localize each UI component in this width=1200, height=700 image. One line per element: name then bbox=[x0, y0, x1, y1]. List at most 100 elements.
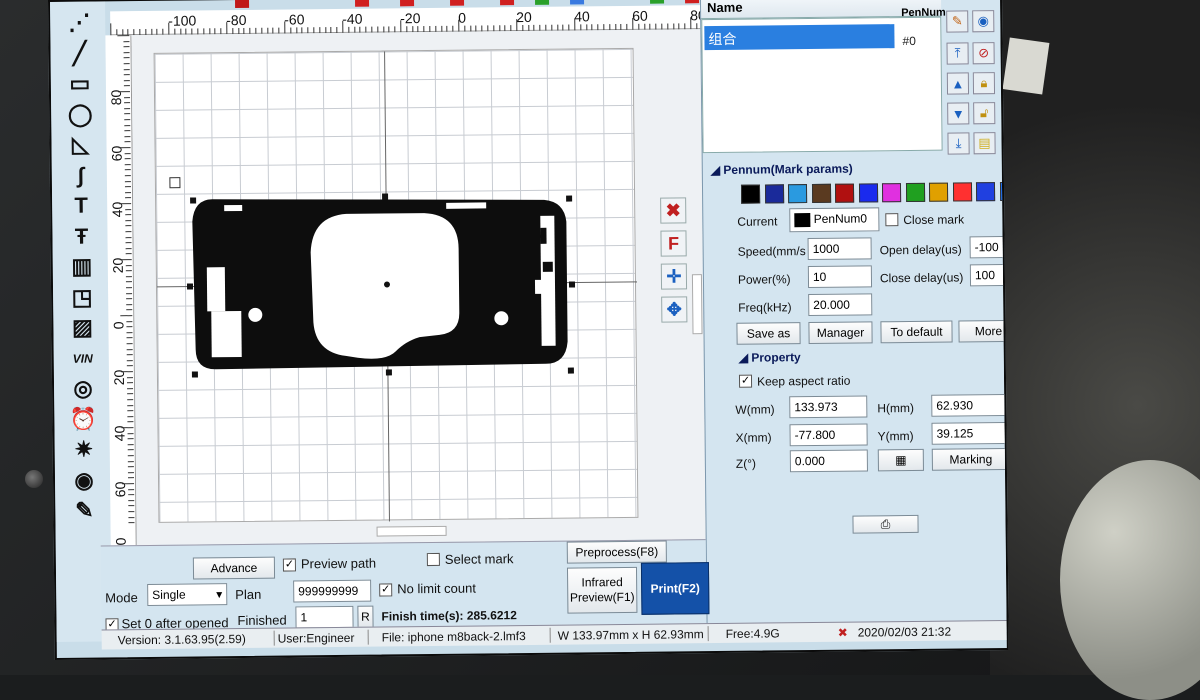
height-input[interactable] bbox=[931, 393, 1009, 417]
z-input[interactable] bbox=[789, 449, 868, 473]
move-top-icon[interactable]: ⤒ bbox=[946, 42, 969, 65]
lock-icon[interactable]: 🔒︎ bbox=[972, 72, 996, 95]
dot-tool-icon[interactable]: ⋰ bbox=[64, 10, 94, 36]
move-up-icon[interactable]: ▲ bbox=[946, 72, 970, 95]
x-input[interactable] bbox=[789, 423, 868, 447]
more-button[interactable]: More bbox=[958, 319, 1009, 343]
open-delay-input[interactable] bbox=[969, 235, 1009, 259]
plan-input[interactable] bbox=[293, 579, 372, 603]
target-tool-icon[interactable]: ◉ bbox=[69, 467, 99, 493]
pen-color-swatch[interactable] bbox=[905, 182, 925, 203]
printer-icon[interactable]: ⎙ bbox=[852, 514, 919, 534]
to-default-button[interactable]: To default bbox=[880, 320, 953, 344]
marking-button[interactable]: Marking bbox=[931, 447, 1009, 471]
circle-tool-icon[interactable]: ◯ bbox=[65, 101, 95, 127]
pen-color-swatch[interactable] bbox=[952, 182, 972, 202]
ruler-tick bbox=[128, 522, 135, 524]
drawing-canvas[interactable]: ✖ F ✛ ✥ bbox=[131, 29, 706, 546]
polygon-tool-icon[interactable]: ◺ bbox=[65, 132, 95, 158]
save-as-button[interactable]: Save as bbox=[736, 322, 801, 345]
close-delay-input[interactable] bbox=[969, 263, 1009, 287]
freq-input[interactable] bbox=[808, 293, 873, 317]
text-tool-icon[interactable]: T bbox=[66, 193, 96, 219]
toolbar-icon[interactable] bbox=[534, 0, 550, 5]
curve-tool-icon[interactable]: ∫ bbox=[66, 162, 96, 188]
spiral-tool-icon[interactable]: ◎ bbox=[68, 375, 98, 401]
arc-text-tool-icon[interactable]: Ŧ bbox=[66, 223, 96, 249]
ruler-tick bbox=[123, 40, 130, 42]
pen-color-swatch[interactable] bbox=[858, 183, 878, 203]
keep-aspect-checkbox[interactable]: ✓ bbox=[738, 374, 753, 388]
horizontal-scrollbar[interactable] bbox=[376, 525, 447, 537]
ruler-tick bbox=[125, 231, 132, 233]
toolbar-icon[interactable] bbox=[235, 0, 250, 9]
finished-input[interactable] bbox=[295, 605, 354, 629]
center-object-icon[interactable]: ✛ bbox=[660, 263, 688, 290]
select-mark-checkbox[interactable] bbox=[426, 552, 440, 567]
status-size: W 133.97mm x H 62.93mm bbox=[557, 627, 704, 643]
ruler-tick bbox=[458, 19, 460, 32]
toolbar-icon[interactable] bbox=[569, 0, 585, 5]
vin-tool-icon[interactable]: VIN bbox=[68, 345, 98, 371]
bitmap-tool-icon[interactable]: ▨ bbox=[67, 315, 97, 341]
vertical-scrollbar[interactable] bbox=[691, 274, 703, 335]
preview-path-checkbox[interactable]: ✓ bbox=[282, 558, 296, 572]
toolbar-icon[interactable] bbox=[684, 0, 700, 4]
eye-icon[interactable]: ◉ bbox=[972, 10, 995, 33]
work-area[interactable] bbox=[153, 47, 640, 524]
infrared-preview-button[interactable]: Infrared Preview(F1) bbox=[566, 566, 638, 614]
speed-input[interactable] bbox=[807, 237, 872, 261]
pen-color-swatch[interactable] bbox=[787, 184, 808, 204]
current-pen-select[interactable]: PenNum0 bbox=[789, 207, 880, 233]
move-bottom-icon[interactable]: ⤓ bbox=[947, 132, 970, 155]
print-button[interactable]: Print(F2) bbox=[640, 562, 710, 615]
preprocess-button[interactable]: Preprocess(F8) bbox=[566, 540, 667, 564]
font-object-icon[interactable]: F bbox=[660, 230, 687, 257]
pen-color-swatch[interactable] bbox=[881, 183, 902, 203]
y-input[interactable] bbox=[931, 421, 1009, 445]
manager-button[interactable]: Manager bbox=[808, 321, 873, 345]
toolbar-icon[interactable] bbox=[400, 0, 415, 7]
x-label: X(mm) bbox=[735, 430, 772, 445]
toolbar-icon[interactable] bbox=[449, 0, 465, 6]
phone-back-drawing[interactable] bbox=[155, 49, 640, 524]
finished-label: Finished bbox=[237, 612, 287, 629]
move-object-icon[interactable]: ✥ bbox=[661, 296, 688, 323]
rectangle-tool-icon[interactable]: ▭ bbox=[65, 71, 95, 97]
pen-color-swatch[interactable] bbox=[764, 184, 784, 204]
ruler-tick bbox=[126, 343, 133, 345]
vector-file-tool-icon[interactable]: ◳ bbox=[67, 284, 97, 310]
pen-color-swatch[interactable] bbox=[740, 184, 761, 204]
pen-tool-icon[interactable]: ✎ bbox=[69, 497, 99, 523]
unlock-icon[interactable]: 🔓︎ bbox=[973, 102, 996, 125]
barcode-tool-icon[interactable]: ▥ bbox=[67, 254, 97, 280]
note-icon[interactable]: ▤ bbox=[973, 132, 996, 155]
delete-object-icon[interactable]: ✖ bbox=[660, 197, 687, 224]
move-down-icon[interactable]: ▼ bbox=[947, 102, 970, 125]
edit-pencil-icon[interactable]: ✎ bbox=[946, 10, 969, 33]
ruler-tick bbox=[123, 79, 130, 82]
mode-select[interactable]: Single ▾ bbox=[147, 583, 228, 606]
status-separator bbox=[273, 630, 275, 646]
line-tool-icon[interactable]: ╱ bbox=[64, 40, 94, 66]
object-list[interactable]: 组合 #0 bbox=[701, 16, 943, 154]
reset-button[interactable]: R bbox=[357, 605, 374, 628]
toolbar-icon[interactable] bbox=[355, 0, 370, 7]
object-list-item[interactable]: 组合 bbox=[704, 24, 895, 51]
width-input[interactable] bbox=[789, 395, 868, 419]
hide-icon[interactable]: ⊘ bbox=[972, 42, 995, 65]
pen-color-swatch[interactable] bbox=[928, 182, 949, 202]
power-input[interactable] bbox=[807, 265, 873, 289]
advance-button[interactable]: Advance bbox=[192, 556, 276, 580]
toolbar-icon[interactable] bbox=[499, 0, 515, 6]
pen-color-swatch[interactable] bbox=[811, 183, 831, 204]
grid-icon[interactable]: ▦ bbox=[877, 448, 924, 472]
no-limit-count-checkbox[interactable]: ✓ bbox=[379, 583, 393, 597]
pen-color-swatch[interactable] bbox=[975, 182, 996, 202]
pen-color-swatch[interactable] bbox=[834, 183, 855, 203]
ext-axis-tool-icon[interactable]: ✷ bbox=[69, 436, 99, 462]
clock-tool-icon[interactable]: ⏰ bbox=[68, 406, 98, 432]
ruler-tick bbox=[124, 163, 131, 166]
close-mark-checkbox[interactable] bbox=[885, 213, 899, 227]
toolbar-icon[interactable] bbox=[649, 0, 665, 4]
